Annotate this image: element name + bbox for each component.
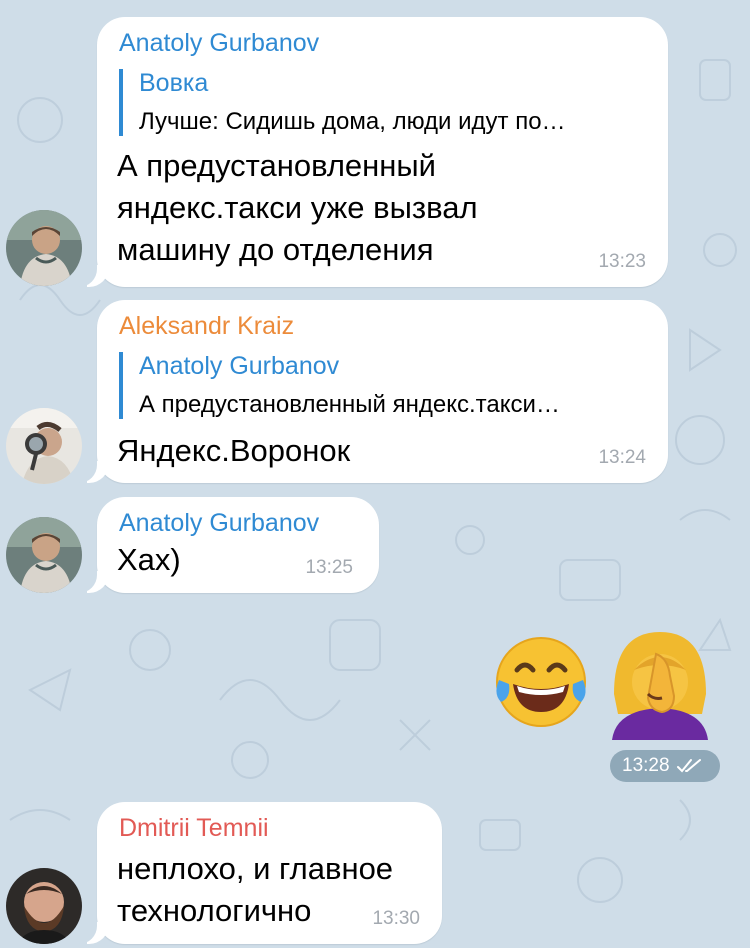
reply-snippet: А предустановленный яндекс.такси… [139,391,560,418]
message-bubble[interactable]: Aleksandr Kraiz Anatoly Gurbanov А преду… [75,300,668,483]
avatar-anatoly[interactable] [6,210,82,286]
message-text: Хах) [117,542,181,577]
read-checkmarks-icon [676,759,701,773]
avatar-aleksandr[interactable] [6,408,82,484]
bubble-tail [75,265,109,287]
message-time: 13:24 [598,447,646,468]
reply-author: Anatoly Gurbanov [139,352,340,380]
message-bubble[interactable]: Anatoly Gurbanov Вовка Лучше: Сидишь дом… [75,17,668,287]
message-text: неплохо, и главное технологично [117,851,394,928]
sender-name[interactable]: Anatoly Gurbanov [119,509,319,538]
message-time: 13:23 [598,251,646,272]
message-time: 13:25 [305,557,353,578]
message-time: 13:28 [622,755,670,776]
bubble-tail [75,461,109,483]
reply-quote[interactable]: Вовка Лучше: Сидишь дома, люди идут по… [119,69,566,136]
facepalm-woman-emoji[interactable] [604,624,716,745]
reply-snippet: Лучше: Сидишь дома, люди идут по… [139,108,566,135]
bubble-tail [75,571,109,593]
message-bubble[interactable]: Dmitrii Temnii неплохо, и главное технол… [75,802,442,944]
avatar-dmitrii[interactable] [6,868,82,944]
reply-author: Вовка [139,69,209,97]
message-text: Яндекс.Воронок [117,433,351,468]
message-time: 13:30 [372,908,420,929]
message-time-pill: 13:28 [610,750,720,782]
sender-name[interactable]: Anatoly Gurbanov [119,29,319,58]
message-bubble[interactable]: Anatoly Gurbanov Хах) 13:25 [75,497,379,593]
sender-name[interactable]: Aleksandr Kraiz [119,312,294,341]
bubble-tail [75,922,109,944]
sender-name[interactable]: Dmitrii Temnii [119,814,269,843]
message-text: А предустановленный яндекс.такси уже выз… [117,148,478,267]
reply-quote[interactable]: Anatoly Gurbanov А предустановленный янд… [119,352,560,419]
avatar-anatoly[interactable] [6,517,82,593]
tears-of-joy-emoji[interactable] [489,630,593,739]
